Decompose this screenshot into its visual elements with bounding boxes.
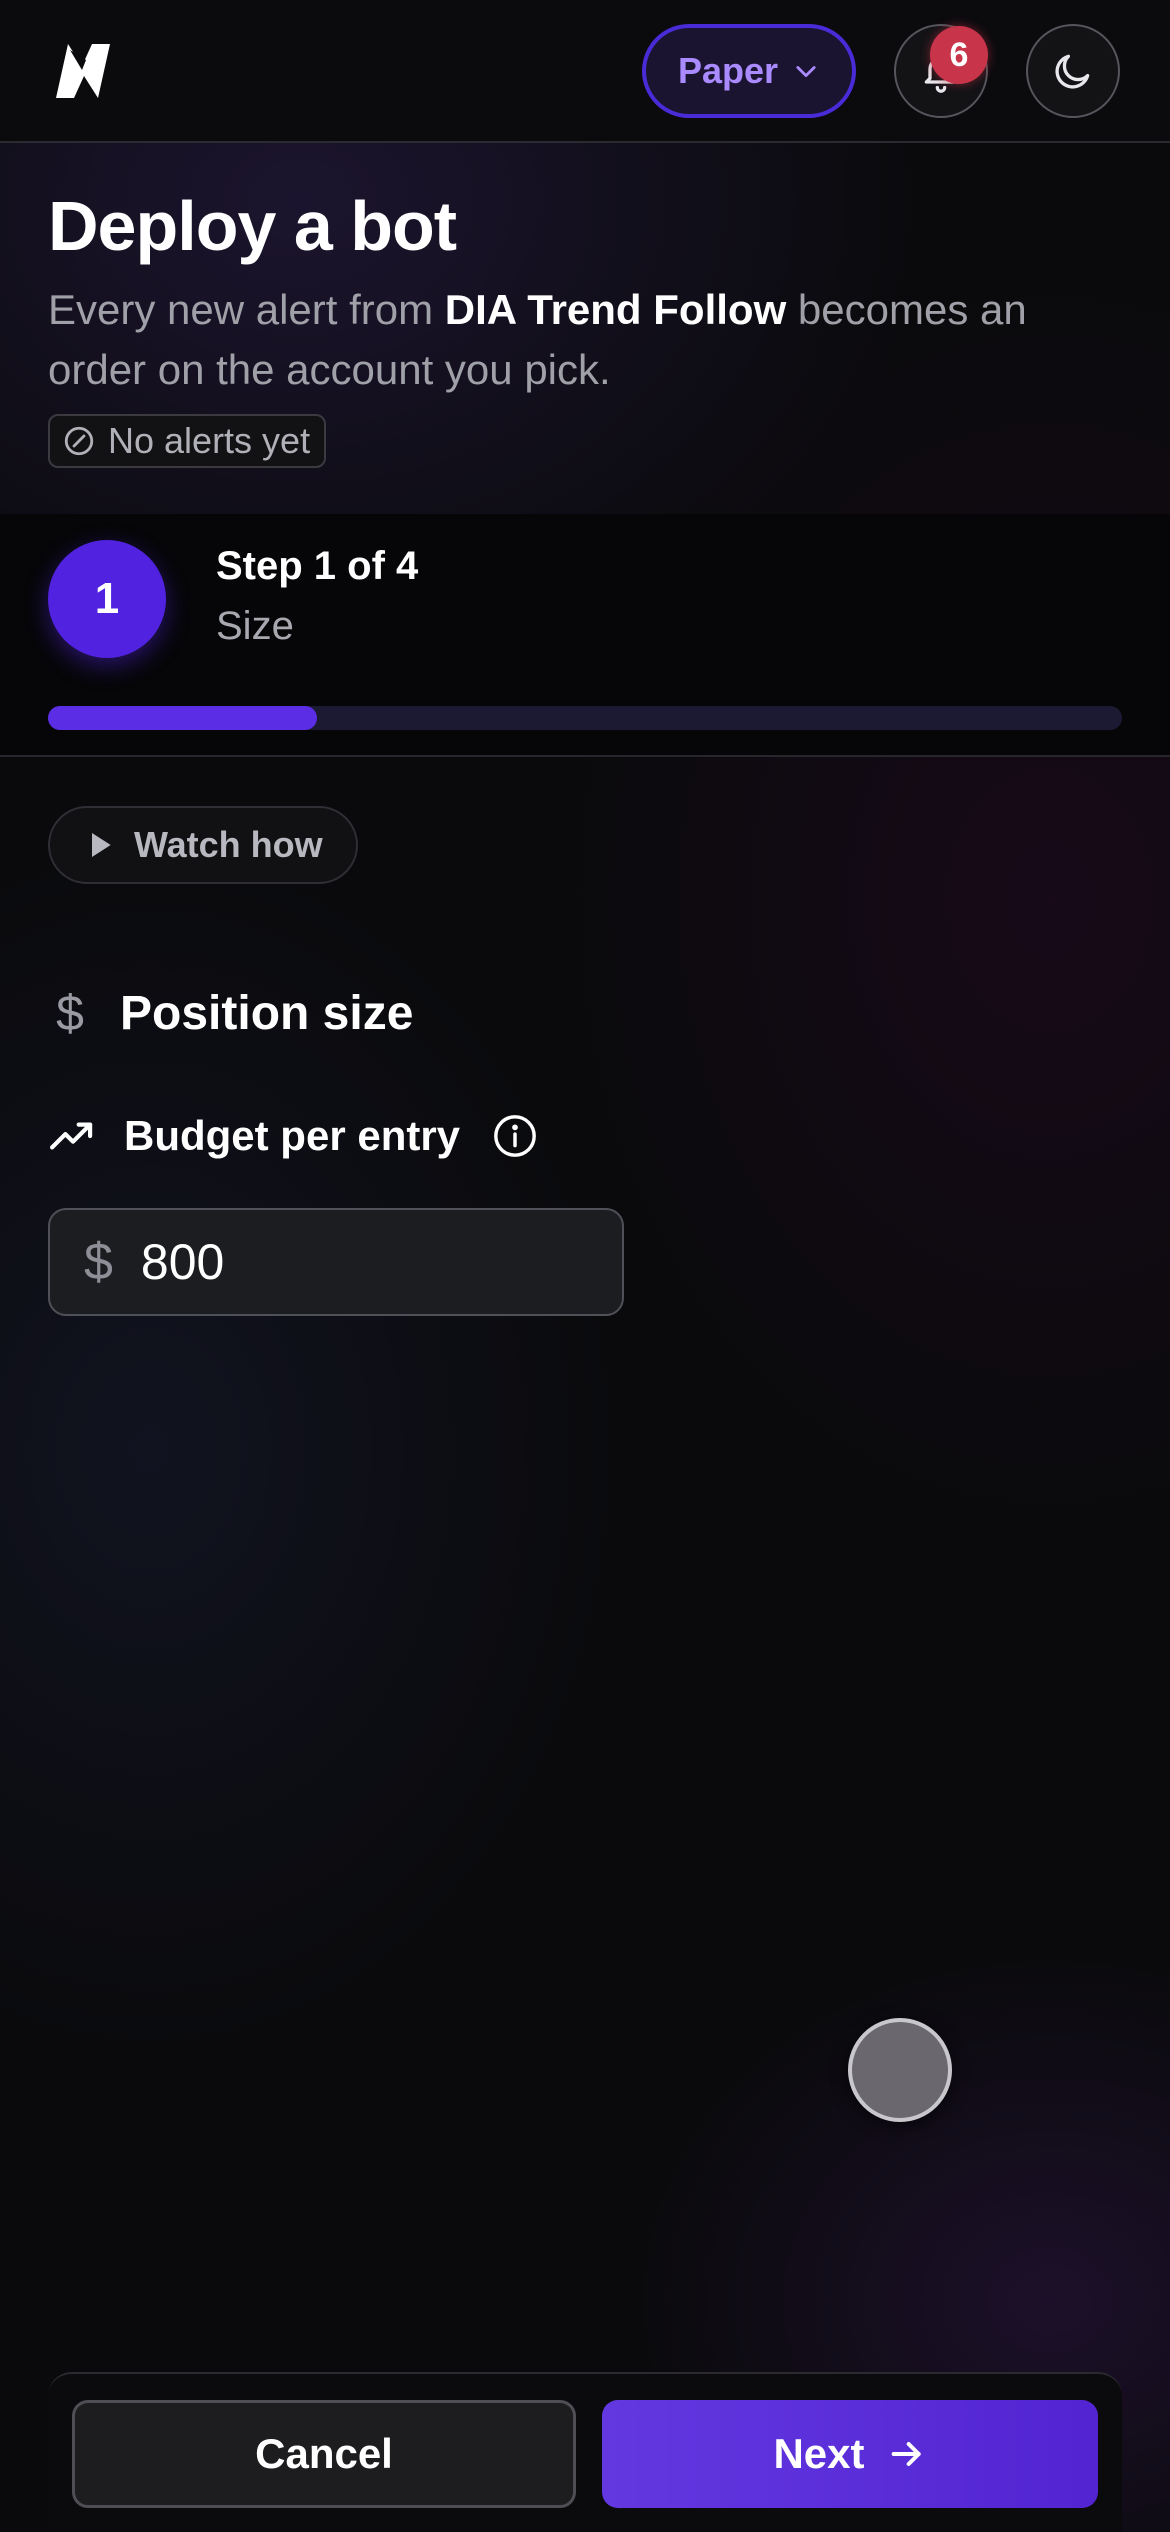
currency-prefix: $ [84,1233,113,1291]
watch-how-button[interactable]: Watch how [48,806,358,884]
wizard-stepper: 1 Step 1 of 4 Size [0,514,1170,757]
budget-input-wrapper[interactable]: $ [48,1208,624,1316]
trading-mode-label: Paper [677,50,779,91]
no-entry-icon [64,426,94,456]
step-counter: Step 1 of 4 [216,544,419,588]
step-name: Size [216,604,294,648]
step-number-circle: 1 [48,540,166,658]
arrow-right-icon [891,2442,921,2466]
step-progress-fill [48,706,317,730]
app-logo-icon[interactable] [48,36,118,106]
budget-per-entry-label: Budget per entry [124,1112,461,1159]
strategy-name: DIA Trend Follow [444,286,787,333]
dollar-icon: $ [56,985,84,1041]
cancel-button[interactable]: Cancel [72,2400,576,2508]
page-title: Deploy a bot [48,187,457,265]
watch-how-label: Watch how [134,824,323,865]
play-icon [92,833,111,857]
alerts-status-label: No alerts yet [108,420,311,461]
theme-toggle-button[interactable] [1026,24,1120,118]
trending-up-icon [50,1122,93,1150]
page-subtitle: Every new alert from DIA Trend Follow be… [48,280,1128,400]
top-bar: Paper 6 [0,0,1170,143]
trading-mode-select[interactable]: Paper [642,24,856,118]
info-icon[interactable] [492,1113,538,1159]
assistive-touch-button[interactable] [848,2018,952,2122]
position-size-section-header: $ Position size [48,984,413,1042]
position-size-title: Position size [120,986,414,1040]
subtitle-prefix: Every new alert from [48,286,445,333]
notification-count-badge: 6 [930,26,988,84]
alerts-status-chip: No alerts yet [48,414,327,468]
next-button-label: Next [773,2430,865,2477]
budget-field-header: Budget per entry [48,1112,538,1160]
step-progress-bar [48,706,1122,730]
next-button[interactable]: Next [602,2400,1098,2508]
chevron-down-icon [796,66,816,78]
moon-icon [1055,54,1090,89]
budget-per-entry-input[interactable] [140,1233,581,1291]
